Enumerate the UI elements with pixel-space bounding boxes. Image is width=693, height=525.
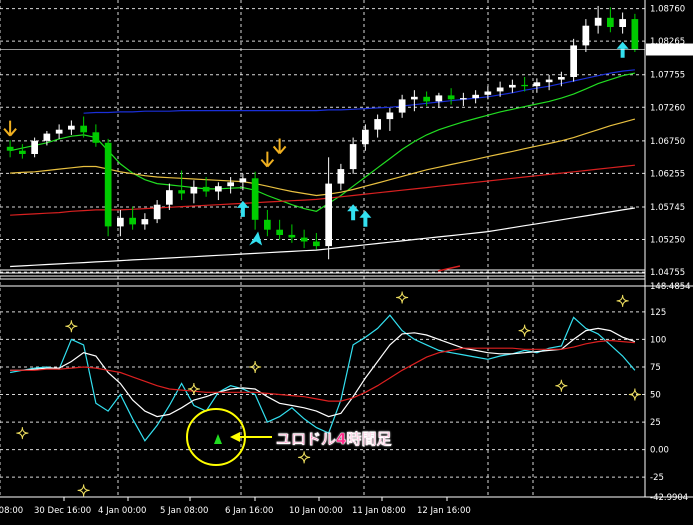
candle-body [178,190,185,194]
candle-body [337,169,345,184]
candle-body [558,77,565,80]
candle-body [264,219,271,230]
candle-body [570,45,577,77]
candle-body [300,237,308,242]
price-tick-label: 1.08760 [650,5,685,15]
x-tick-label: 6 Jan 16:00 [225,506,273,516]
candle-body [484,91,492,95]
x-tick-label: 11 Jan 08:00 [352,506,406,516]
candle-body [398,99,406,113]
candle-body [423,96,430,102]
candle-body [288,234,296,238]
oscillator-tick-label: 25 [650,418,661,428]
current-price-marker: 1.08138 [646,43,693,56]
price-tick-label: 1.04755 [650,268,685,278]
candle-body [313,241,320,247]
oscillator-tick-label: 75 [650,363,661,373]
candle-body [374,119,381,130]
oscillator-tick-label: 0.00 [650,446,669,456]
candle-body [104,142,112,227]
x-tick-label: 4 Jan 00:00 [98,506,146,516]
candle-body [31,140,38,154]
candle-body [6,146,14,151]
candle-body [533,82,541,87]
candle-body [251,178,259,220]
candle-body [239,178,247,183]
candle-body [509,84,516,88]
candle-body [362,129,369,145]
candle [104,138,112,237]
oscillator-tick-label: 125 [650,308,666,318]
price-tick-label: 1.07755 [650,71,685,81]
candle-body [521,84,528,87]
oscillator-tick-label: 50 [650,391,661,401]
candle-body [460,98,467,100]
current-price-label: 1.08138 [649,46,684,56]
candle-body [472,94,479,99]
candle-body [141,219,149,225]
oscillator-tick-label: -42.9904 [650,493,688,503]
candle-body [386,112,394,120]
price-tick-label: 1.06750 [650,137,685,147]
x-tick-label: 5 Jan 08:00 [160,506,208,516]
candle-body [607,17,614,27]
candle-body [215,186,222,192]
candle-body [411,96,418,100]
candle-body [276,229,283,235]
price-tick-label: 1.05745 [650,203,685,213]
candle-body [55,129,63,134]
candle-body [582,25,590,46]
candle-body [435,95,443,102]
candle-body [43,133,51,141]
candle-body [68,125,75,130]
candle-body [190,186,198,194]
x-tick-label: 10 Jan 00:00 [289,506,343,516]
candle-body [545,79,553,83]
oscillator-tick-label: 100 [650,335,666,345]
candle-body [496,87,504,92]
oscillator-tick-label: 148.4854 [650,282,691,292]
candle-body [166,190,173,205]
price-tick-label: 1.06255 [650,169,685,179]
candle-body [117,217,124,227]
candle-body [202,186,210,192]
price-tick-label: 1.07260 [650,103,685,113]
candle-body [631,19,639,50]
x-tick-label: 29 Dec 08:00 [0,506,23,516]
oscillator-tick-label: -25 [650,473,664,483]
annotation-label: ユロドル4時間足 [276,430,392,448]
price-tick-label: 1.05250 [650,236,685,246]
candle-body [447,95,455,100]
candle-body [325,183,332,247]
candle-body [80,125,87,133]
x-tick-label: 12 Jan 16:00 [417,506,471,516]
candle-body [619,19,626,27]
candle-body [349,144,357,170]
candle-body [129,217,136,225]
candle [631,13,639,53]
x-tick-label: 30 Dec 16:00 [34,506,91,516]
candle-body [227,182,234,187]
candle-body [19,150,26,154]
candle-body [594,17,602,26]
candle-body [92,132,100,143]
candle-body [153,204,161,220]
